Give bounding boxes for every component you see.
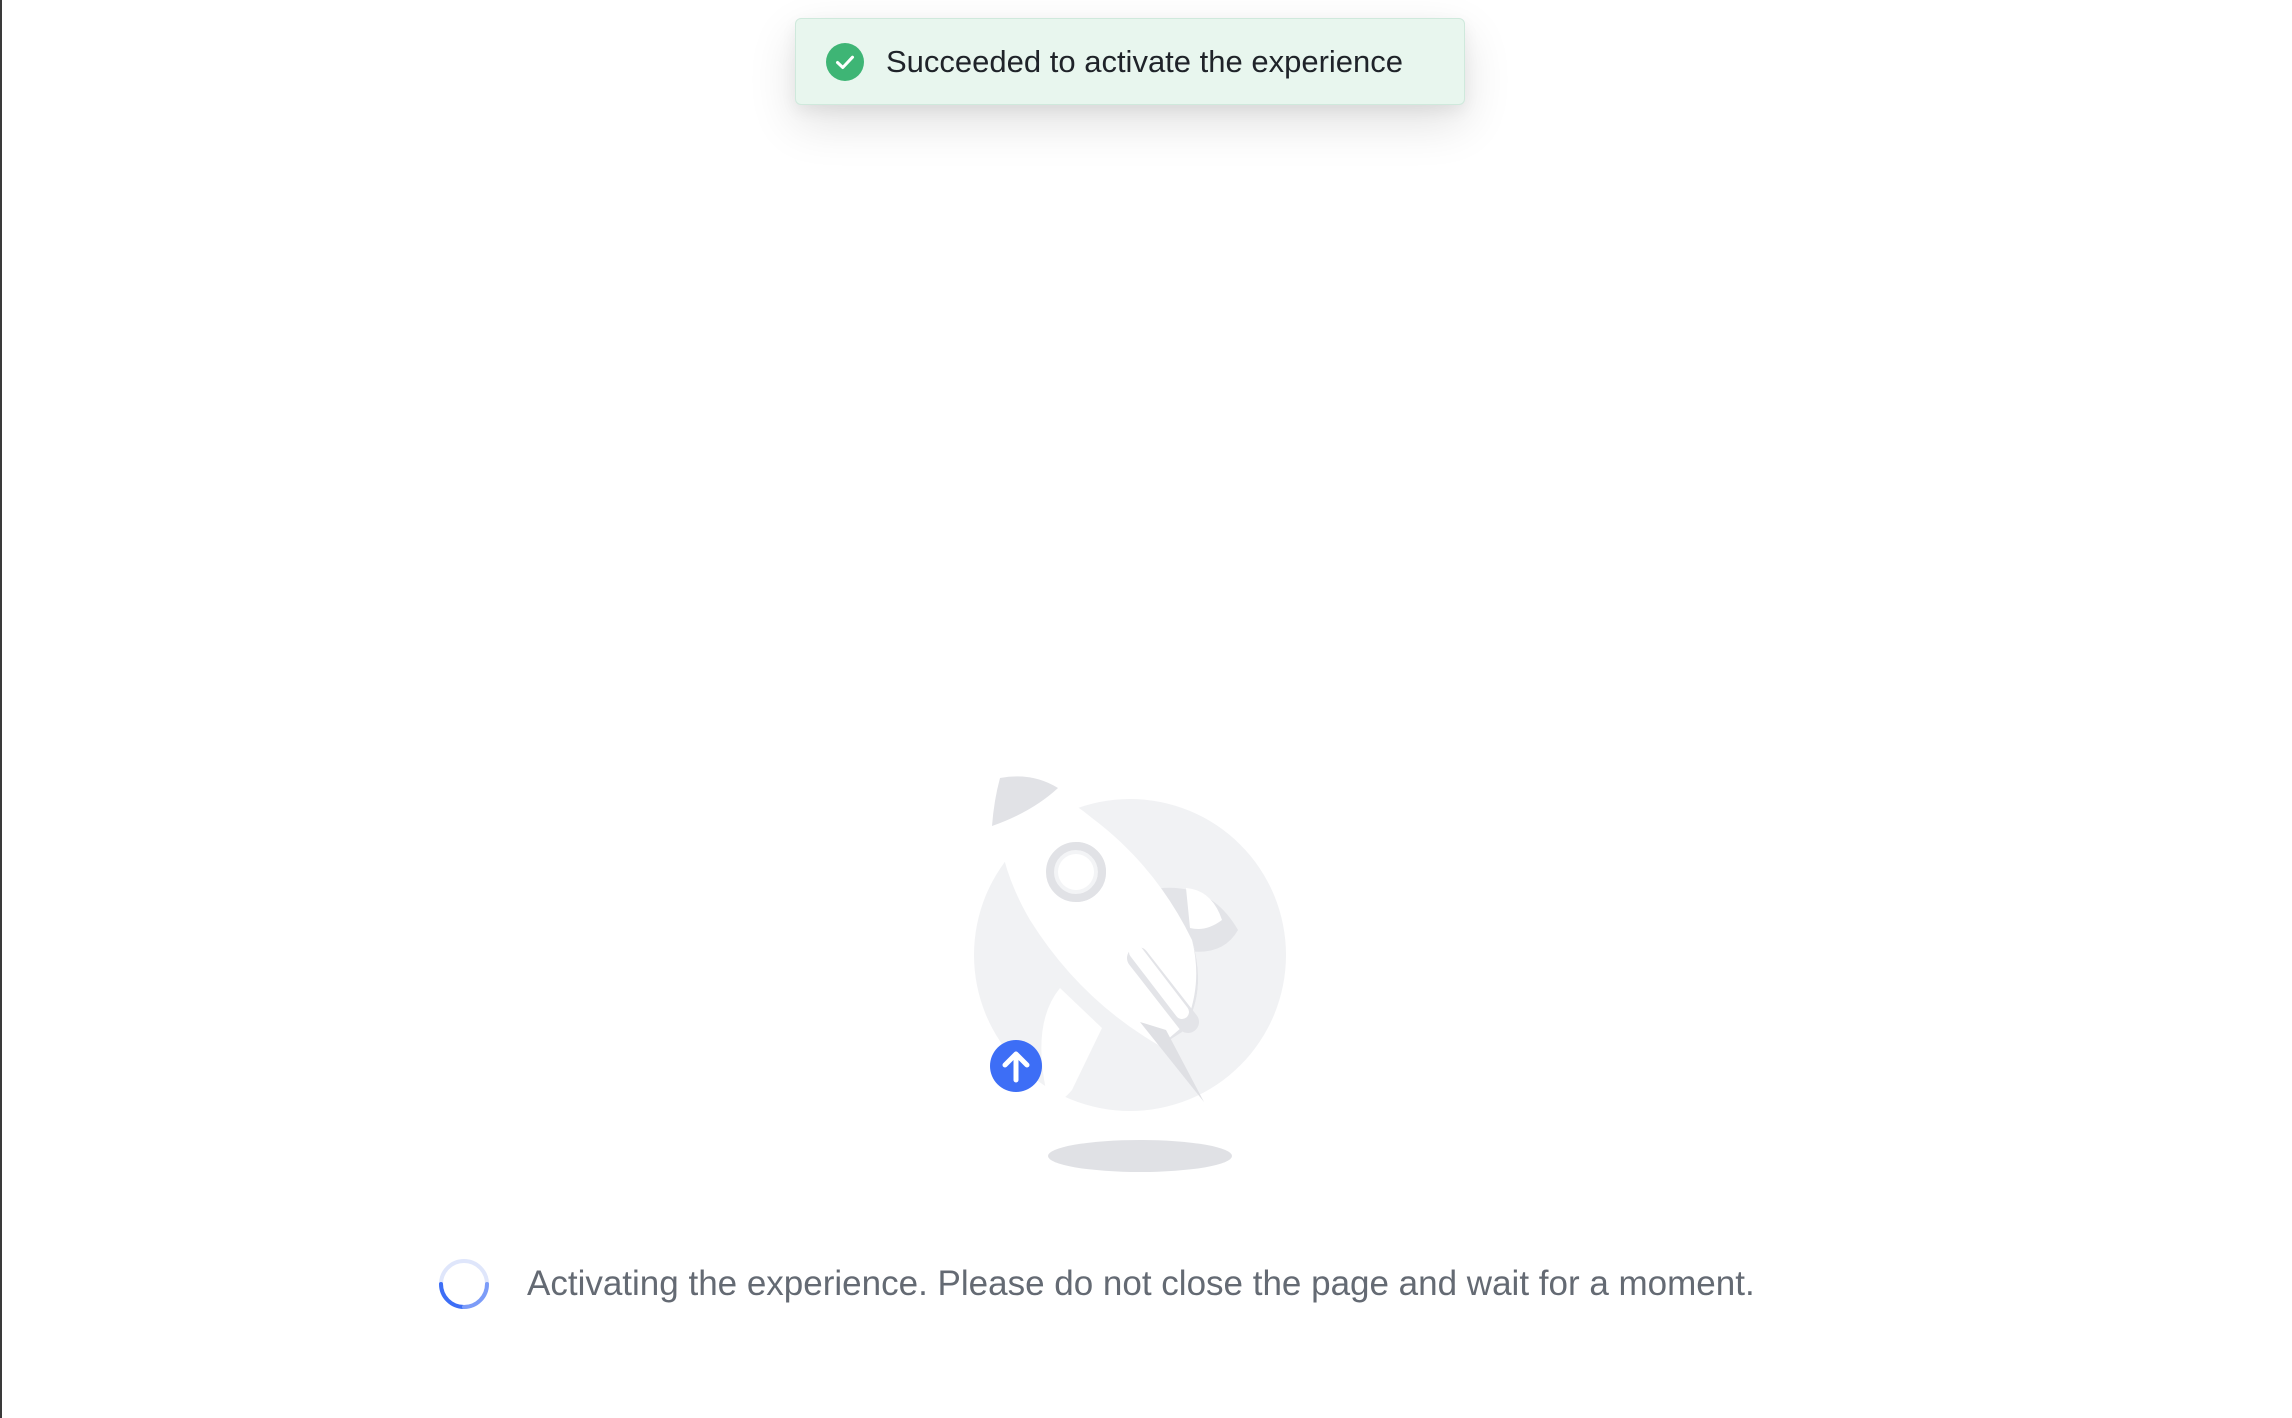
rocket-illustration [960,760,1300,1180]
check-circle-icon [826,42,864,81]
window-edge [0,0,2,1418]
upload-arrow-icon [990,1040,1042,1092]
success-toast: Succeeded to activate the experience [795,18,1465,105]
loading-spinner-icon [438,1258,490,1310]
toast-message: Succeeded to activate the experience [886,43,1404,79]
activation-status: Activating the experience. Please do not… [438,1254,1755,1314]
activation-message: Activating the experience. Please do not… [527,1264,1755,1303]
